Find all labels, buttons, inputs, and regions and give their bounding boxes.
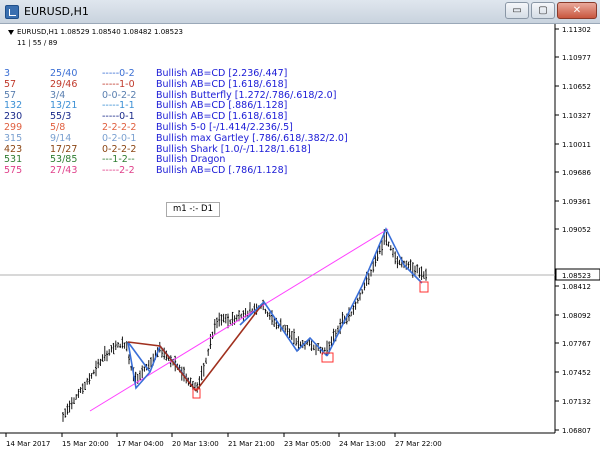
minimize-button[interactable]: ▭ <box>505 2 529 19</box>
chart-window-icon <box>5 5 19 19</box>
y-tick-label: 1.07132 <box>562 398 591 406</box>
pattern-cell-c4: Bullish AB=CD [.786/1.128] <box>156 165 288 177</box>
y-tick-label: 1.09052 <box>562 226 591 234</box>
pattern-cell-c1: 575 <box>4 165 23 177</box>
y-tick-label: 1.07452 <box>562 369 591 377</box>
indicator-info-line: 11 | 55 / 89 <box>8 38 183 49</box>
y-tick-label: 1.09361 <box>562 198 591 206</box>
y-tick-label: 1.10011 <box>562 141 591 149</box>
y-tick-label: 1.10652 <box>562 83 591 91</box>
pattern-cell-c2: 27/43 <box>50 165 78 177</box>
x-tick-label: 17 Mar 04:00 <box>117 440 164 448</box>
y-tick-label: 1.11302 <box>562 26 591 34</box>
y-tick-label: 1.09686 <box>562 169 591 177</box>
pattern-cell-c2: 9/14 <box>50 132 72 144</box>
timeframe-label[interactable]: m1 -:- D1 <box>166 202 220 217</box>
y-tick-label: 1.10327 <box>562 112 591 120</box>
window-titlebar: EURUSD,H1 ▭ ▢ ✕ <box>0 0 600 24</box>
pattern-cell-c3: -----1-0 <box>102 78 135 90</box>
x-tick-label: 20 Mar 13:00 <box>172 440 219 448</box>
current-price-label: 1.08523 <box>562 272 591 280</box>
chart-background <box>0 24 600 457</box>
x-tick-label: 24 Mar 13:00 <box>339 440 386 448</box>
pattern-cell-c3: 0-2-0-1 <box>102 132 137 144</box>
maximize-button[interactable]: ▢ <box>531 2 555 19</box>
y-tick-label: 1.06807 <box>562 427 591 435</box>
indicator-info-text: 11 | 55 / 89 <box>17 39 58 47</box>
x-tick-label: 15 Mar 20:00 <box>62 440 109 448</box>
y-tick-label: 1.07767 <box>562 340 591 348</box>
symbol-info-text: EURUSD,H1 1.08529 1.08540 1.08482 1.0852… <box>17 28 183 36</box>
x-tick-label: 27 Mar 22:00 <box>395 440 442 448</box>
x-tick-label: 14 Mar 2017 <box>6 440 50 448</box>
pattern-cell-c4: Bullish max Gartley [.786/.618/.382/2.0] <box>156 132 348 144</box>
y-tick-label: 1.08092 <box>562 312 591 320</box>
y-tick-label: 1.10977 <box>562 54 591 62</box>
window-title: EURUSD,H1 <box>24 5 89 18</box>
x-tick-label: 21 Mar 21:00 <box>228 440 275 448</box>
price-chart[interactable]: 1.11302 1.10977 1.10652 1.10327 1.10011 1.096… <box>0 24 600 457</box>
chart-info: EURUSD,H1 1.08529 1.08540 1.08482 1.0852… <box>8 27 183 49</box>
pattern-cell-c3: -----2-2 <box>102 165 135 177</box>
y-tick-label: 1.08412 <box>562 283 591 291</box>
pattern-cell-c1: 57 <box>4 78 17 90</box>
dropdown-arrow-icon[interactable] <box>8 29 14 35</box>
x-tick-label: 23 Mar 05:00 <box>284 440 331 448</box>
pattern-cell-c1: 315 <box>4 132 23 144</box>
pattern-cell-c4: Bullish AB=CD [1.618/.618] <box>156 78 288 90</box>
symbol-info-line: EURUSD,H1 1.08529 1.08540 1.08482 1.0852… <box>8 27 183 38</box>
pattern-cell-c2: 29/46 <box>50 78 78 90</box>
close-button[interactable]: ✕ <box>557 2 597 19</box>
